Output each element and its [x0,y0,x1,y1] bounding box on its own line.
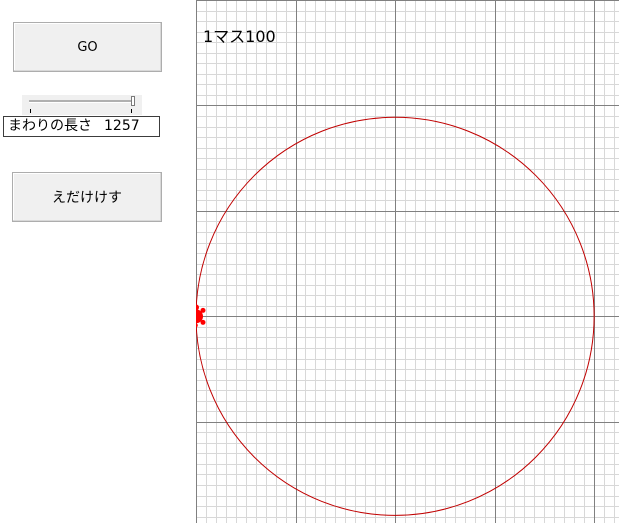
perimeter-readout: まわりの長さ 1257 [3,116,160,137]
go-button[interactable]: GO [13,22,162,72]
slider-tick-min [30,109,31,113]
grid-scale-label: 1マス100 [203,27,276,46]
canvas-svg [196,0,619,523]
minor-grid [196,0,619,523]
perimeter-slider[interactable] [22,95,142,115]
slider-track[interactable] [29,100,133,103]
app-window: GO まわりの長さ 1257 えだけけす 1マス100 [0,0,619,523]
turtle-icon [196,304,206,328]
perimeter-value: 1257 [104,118,140,134]
turtle-part [200,319,206,325]
turtle-part [196,323,198,328]
turtle-part [196,304,199,311]
perimeter-label: まわりの長さ [8,118,92,134]
drawing-canvas [196,0,619,523]
turtle-part [200,307,206,313]
major-grid [196,0,619,523]
erase-branches-button[interactable]: えだけけす [12,172,162,222]
slider-thumb[interactable] [131,96,135,106]
slider-tick-max [131,109,132,113]
